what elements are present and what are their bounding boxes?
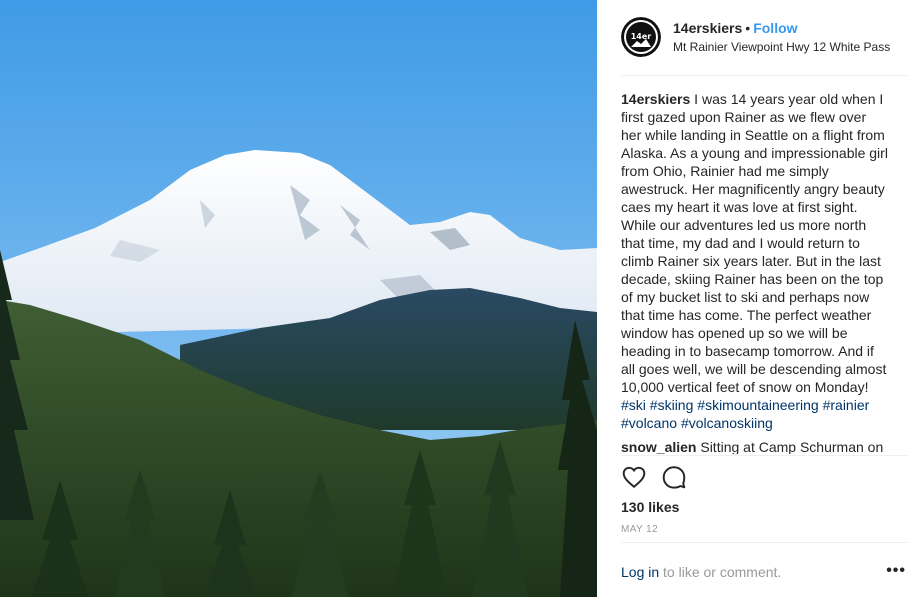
comment-icon[interactable] <box>661 464 687 490</box>
avatar-logo-text: 14er <box>631 32 652 41</box>
post-header: 14er 14erskiers • Follow Mt Rainier Viewpo… <box>597 0 914 76</box>
login-prompt: Log in to like or comment. <box>621 564 781 580</box>
likes-count[interactable]: 130 likes <box>621 499 679 515</box>
hashtag-link[interactable]: #rainier <box>823 397 870 413</box>
list-item: snow_alien Sitting at Camp Schurman on <box>621 438 889 454</box>
divider <box>621 542 908 543</box>
comment-author[interactable]: snow_alien <box>621 439 696 454</box>
more-options-icon[interactable]: ••• <box>886 562 906 580</box>
hashtags: #ski #skiing #skimountaineering #rainier… <box>621 397 869 431</box>
separator-dot: • <box>745 20 751 36</box>
login-suffix: to like or comment. <box>659 564 782 580</box>
divider <box>621 75 908 76</box>
hashtag-link[interactable]: #skimountaineering <box>697 397 818 413</box>
hashtag-link[interactable]: #volcano <box>621 415 677 431</box>
location-link[interactable]: Mt Rainier Viewpoint Hwy 12 White Pass <box>673 40 890 54</box>
hashtag-link[interactable]: #ski <box>621 397 646 413</box>
caption-author[interactable]: 14erskiers <box>621 91 690 107</box>
comment-text: Sitting at Camp Schurman on <box>696 439 884 454</box>
heart-icon[interactable] <box>621 464 647 490</box>
author-username[interactable]: 14erskiers <box>673 20 742 36</box>
post-sidebar: 14er 14erskiers • Follow Mt Rainier Viewpo… <box>597 0 914 597</box>
header-author-row: 14erskiers • Follow <box>673 20 798 36</box>
caption: 14erskiers I was 14 years year old when … <box>621 90 889 432</box>
post-photo <box>0 0 597 597</box>
post-date: MAY 12 <box>621 524 659 535</box>
hashtag-link[interactable]: #skiing <box>650 397 694 413</box>
follow-button[interactable]: Follow <box>753 20 797 36</box>
login-link[interactable]: Log in <box>621 564 659 580</box>
comments-list[interactable]: 14erskiers I was 14 years year old when … <box>621 90 889 454</box>
hashtag-link[interactable]: #volcanoskiing <box>681 415 773 431</box>
caption-text: I was 14 years year old when I first gaz… <box>621 91 888 395</box>
avatar[interactable]: 14er <box>621 17 661 57</box>
divider <box>621 455 908 456</box>
